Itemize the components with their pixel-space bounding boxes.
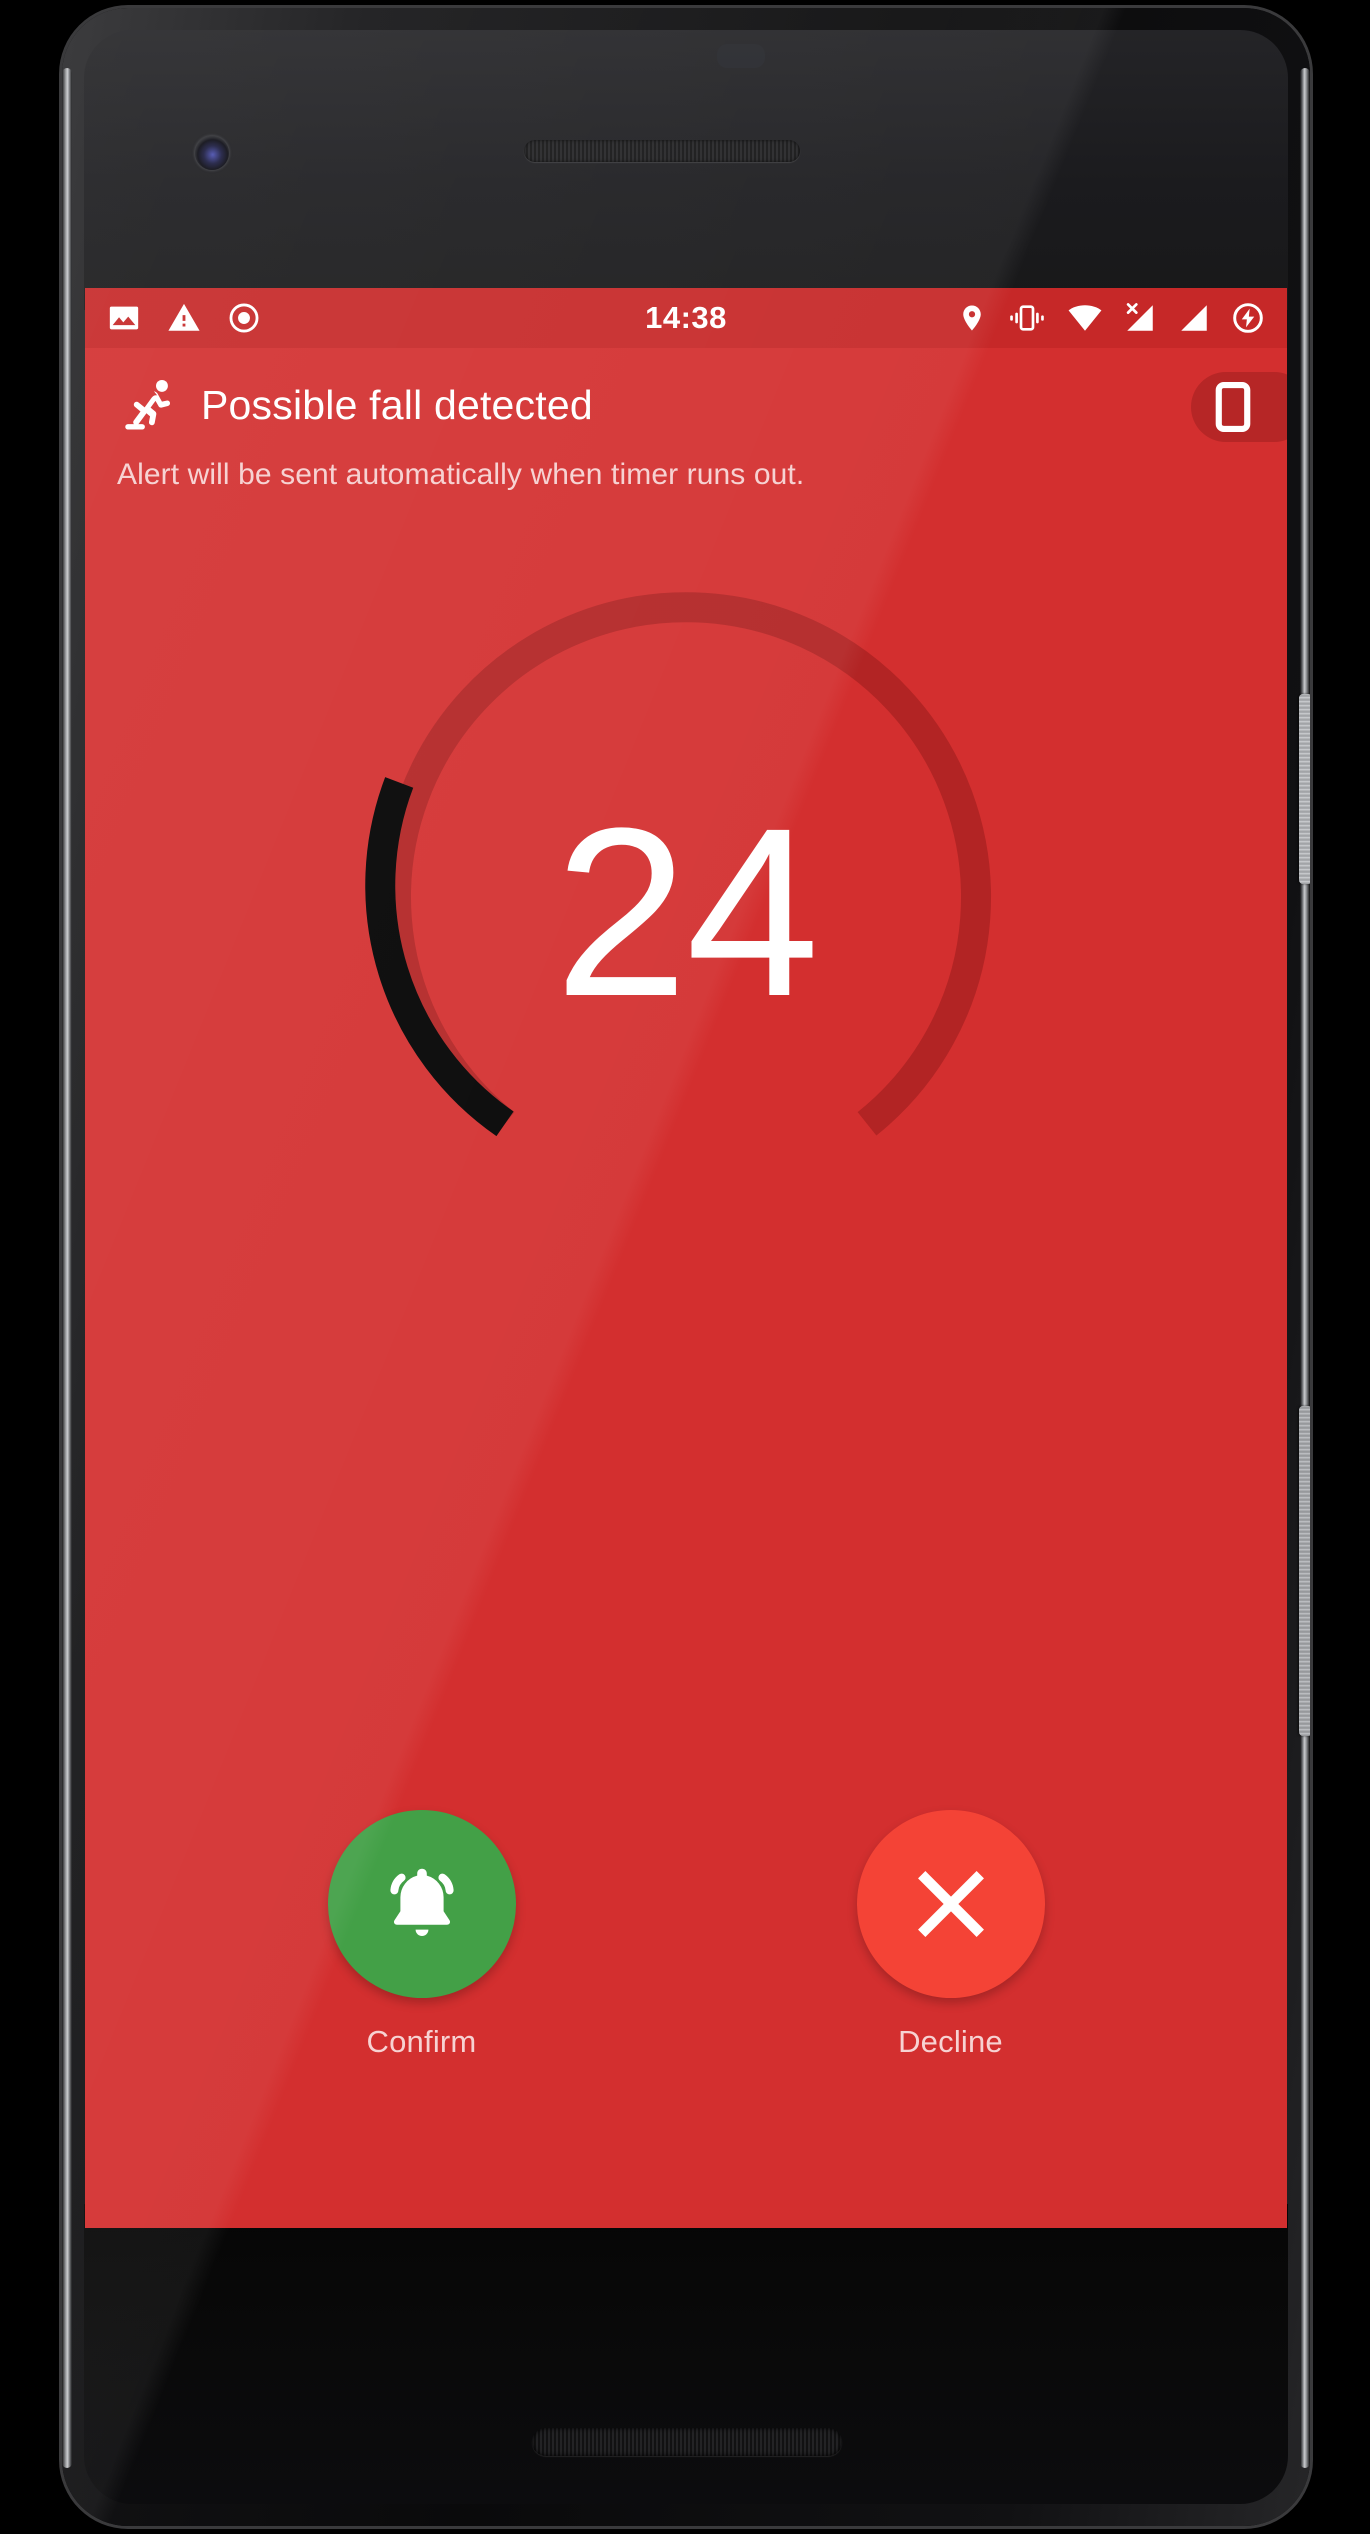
phone-device-icon [1215,382,1251,432]
right-side-rail [1300,68,1310,2468]
front-camera [195,136,229,170]
close-x-icon [917,1871,984,1937]
location-pin-icon [963,305,981,331]
status-bar: 14:38 [85,288,1287,348]
battery-charging-icon [1233,303,1263,333]
confirm-action[interactable]: Confirm [327,1810,516,2060]
power-button[interactable] [1299,694,1310,884]
volume-rocker-button[interactable] [1299,1406,1310,1736]
device-selector-button[interactable] [1191,372,1287,442]
page-title: Possible fall detected [201,381,593,428]
bottom-speaker-grille [532,2428,842,2456]
confirm-label: Confirm [366,2024,477,2059]
record-circle-icon [229,303,259,333]
app-bar: Possible fall detected Alert will be sen… [85,348,1287,492]
vibrate-icon [1010,305,1044,331]
countdown-area: 24 [85,492,1287,1372]
phone-device-frame: 14:38 Possible fall detected Alert will … [62,8,1310,2526]
decline-action[interactable]: Decline [856,1810,1045,2060]
action-buttons: Confirm Decline [85,1810,1287,2060]
bell-ringing-icon [389,1868,454,1936]
phone-screen: 14:38 Possible fall detected Alert will … [85,288,1287,2228]
image-icon [109,306,139,330]
confirm-button[interactable] [327,1810,516,1998]
phone-top-bezel [84,30,1288,310]
app-bar-row: Possible fall detected [85,366,1287,444]
phone-bottom-bezel [84,2204,1288,2504]
app-subtitle: Alert will be sent automatically when ti… [117,458,805,491]
decline-label: Decline [898,2024,1003,2059]
warning-triangle-icon [168,303,200,331]
proximity-sensor [717,44,765,68]
wifi-icon [1068,305,1102,331]
no-sim-signal-icon [1126,303,1153,331]
countdown-seconds-value: 24 [554,778,820,1046]
status-bar-right-icons [957,301,1265,335]
cellular-signal-icon [1181,305,1207,331]
earpiece-speaker [524,140,800,162]
falling-person-icon [125,379,171,430]
status-bar-left-icons [107,301,261,335]
left-side-rail [62,68,72,2468]
decline-button[interactable] [856,1810,1045,1998]
